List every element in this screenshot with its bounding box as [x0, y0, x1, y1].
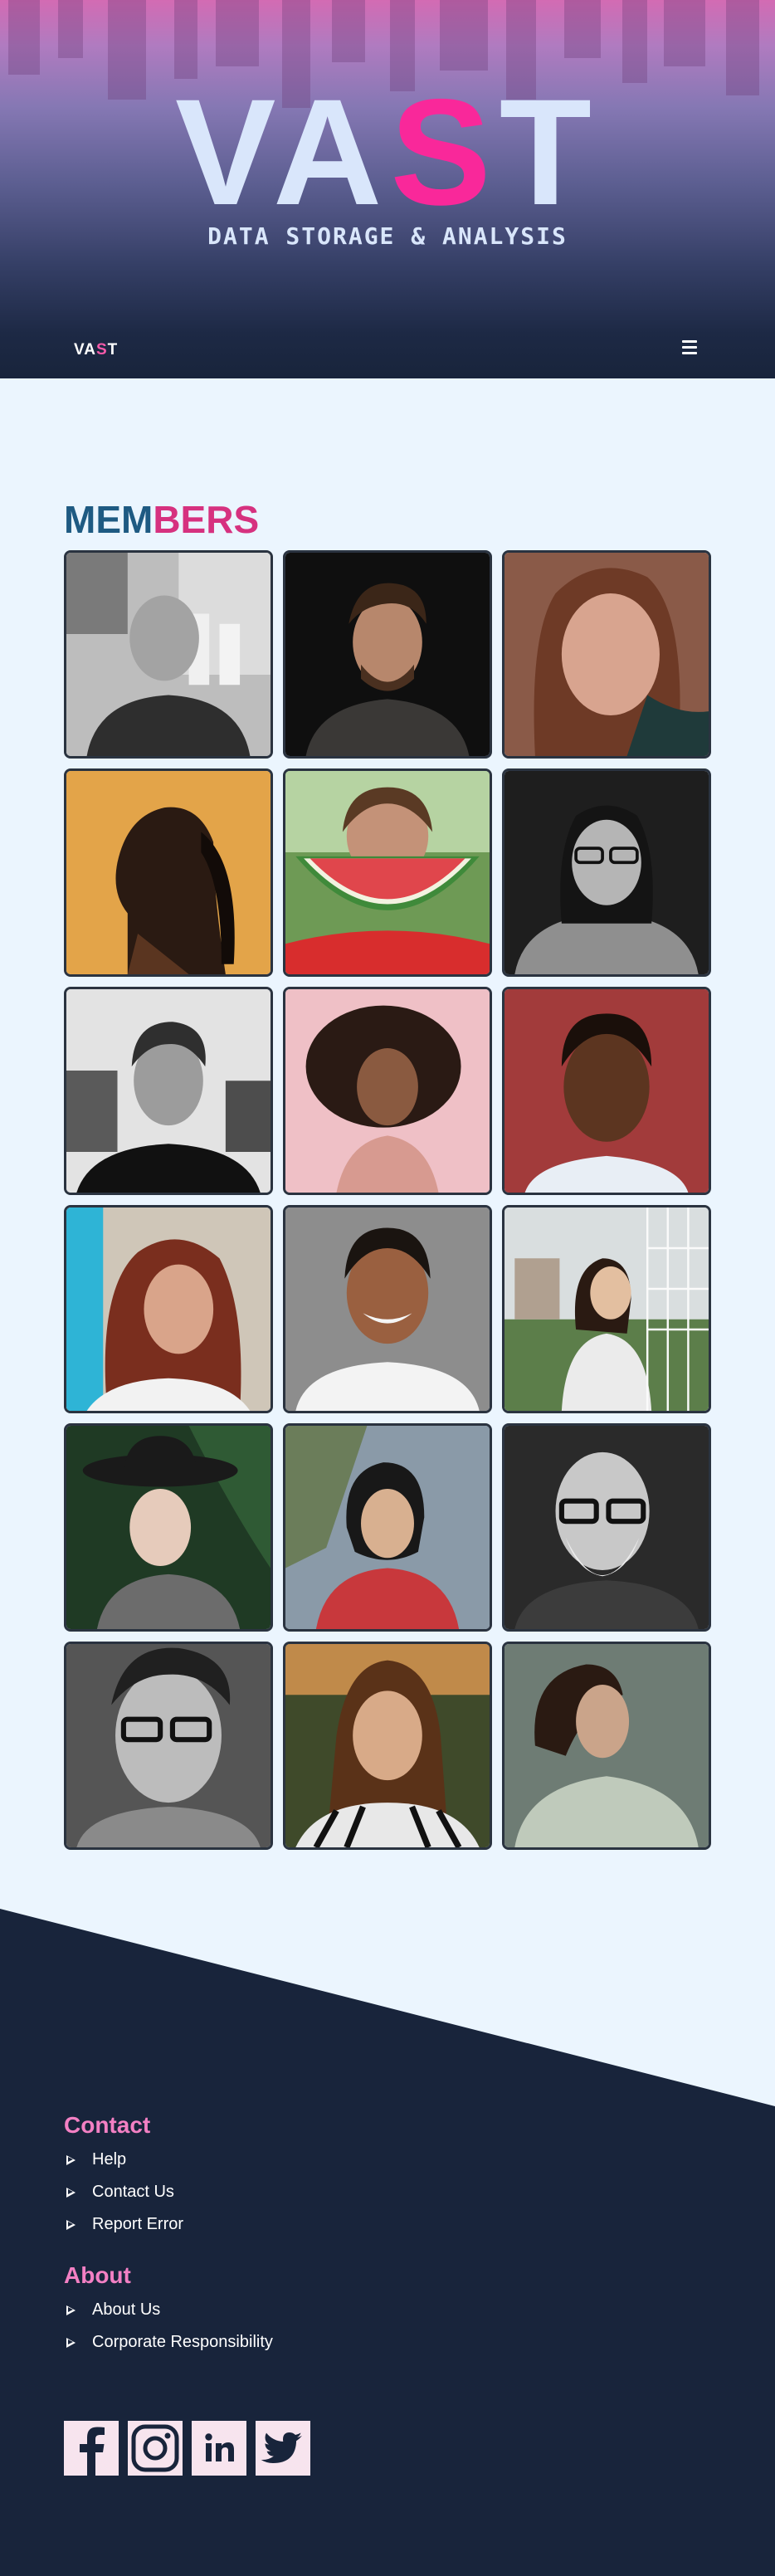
contact-us-link-label: Contact Us [92, 2183, 174, 2201]
hero-subtitle: DATA STORAGE & ANALYSIS [207, 222, 568, 250]
member-photo-14-image [285, 1426, 490, 1629]
about-us-link[interactable]: About Us [66, 2299, 160, 2320]
member-photo-2[interactable] [283, 550, 492, 759]
members-heading-part2: BERS [153, 498, 260, 541]
triangle-right-icon [66, 2337, 76, 2348]
member-photo-17-image [285, 1644, 490, 1847]
triangle-right-icon [66, 2219, 76, 2230]
member-photo-12[interactable] [502, 1205, 711, 1413]
member-photo-2-image [285, 553, 490, 756]
member-photo-1-image [66, 553, 271, 756]
member-photo-18[interactable] [502, 1642, 711, 1850]
hero-title-accent: S [390, 67, 500, 237]
member-photo-12-image [504, 1208, 709, 1411]
member-photo-13-image [66, 1426, 271, 1629]
triangle-right-icon [66, 2187, 76, 2198]
member-photo-5[interactable] [283, 768, 492, 977]
member-photo-5-image [285, 771, 490, 974]
member-photo-4[interactable] [64, 768, 273, 977]
hero-banner: VAST DATA STORAGE & ANALYSIS VAST [0, 0, 775, 378]
contact-heading: Contact [64, 2112, 151, 2138]
nav-logo-accent: S [95, 341, 108, 359]
member-photo-6-image [504, 771, 709, 974]
member-photo-11[interactable] [283, 1205, 492, 1413]
member-photo-3-image [504, 553, 709, 756]
instagram-icon[interactable] [128, 2421, 183, 2476]
member-photo-7-image [66, 989, 271, 1193]
member-photo-7[interactable] [64, 987, 273, 1195]
member-photo-8[interactable] [283, 987, 492, 1195]
hero-title: VAST [0, 76, 775, 227]
member-photo-9-image [504, 989, 709, 1193]
member-photo-14[interactable] [283, 1423, 492, 1632]
members-heading: MEMBERS [64, 496, 259, 543]
footer-background [0, 1909, 775, 2576]
about-heading: About [64, 2262, 131, 2288]
corporate-responsibility-link-label: Corporate Responsibility [92, 2333, 273, 2351]
member-photo-4-image [66, 771, 271, 974]
facebook-icon[interactable] [64, 2421, 119, 2476]
hamburger-menu-icon[interactable] [682, 340, 700, 355]
member-photo-6[interactable] [502, 768, 711, 977]
member-photo-18-image [504, 1644, 709, 1847]
member-photo-10-image [66, 1208, 271, 1411]
corporate-responsibility-link[interactable]: Corporate Responsibility [66, 2331, 273, 2353]
contact-us-link[interactable]: Contact Us [66, 2181, 174, 2203]
report-error-link[interactable]: Report Error [66, 2213, 183, 2235]
nav-logo-start: VA [74, 341, 96, 359]
nav-logo[interactable]: VAST [74, 341, 118, 359]
member-photo-16[interactable] [64, 1642, 273, 1850]
members-grid [64, 550, 711, 1851]
about-us-link-label: About Us [92, 2300, 161, 2319]
member-photo-17[interactable] [283, 1642, 492, 1850]
twitter-icon[interactable] [256, 2421, 310, 2476]
member-photo-11-image [285, 1208, 490, 1411]
triangle-right-icon [66, 2305, 76, 2315]
linkedin-icon[interactable] [192, 2421, 246, 2476]
help-link[interactable]: Help [66, 2149, 126, 2170]
member-photo-3[interactable] [502, 550, 711, 759]
nav-logo-end: T [107, 341, 119, 359]
members-heading-part1: MEM [64, 498, 154, 541]
hero-title-start: VA [175, 67, 391, 237]
hero-title-end: T [499, 67, 600, 237]
triangle-right-icon [66, 2154, 76, 2165]
help-link-label: Help [92, 2150, 127, 2169]
report-error-link-label: Report Error [92, 2215, 184, 2233]
member-photo-9[interactable] [502, 987, 711, 1195]
member-photo-8-image [285, 989, 490, 1193]
member-photo-15-image [504, 1426, 709, 1629]
member-photo-13[interactable] [64, 1423, 273, 1632]
member-photo-16-image [66, 1644, 271, 1847]
member-photo-15[interactable] [502, 1423, 711, 1632]
member-photo-1[interactable] [64, 550, 273, 759]
member-photo-10[interactable] [64, 1205, 273, 1413]
